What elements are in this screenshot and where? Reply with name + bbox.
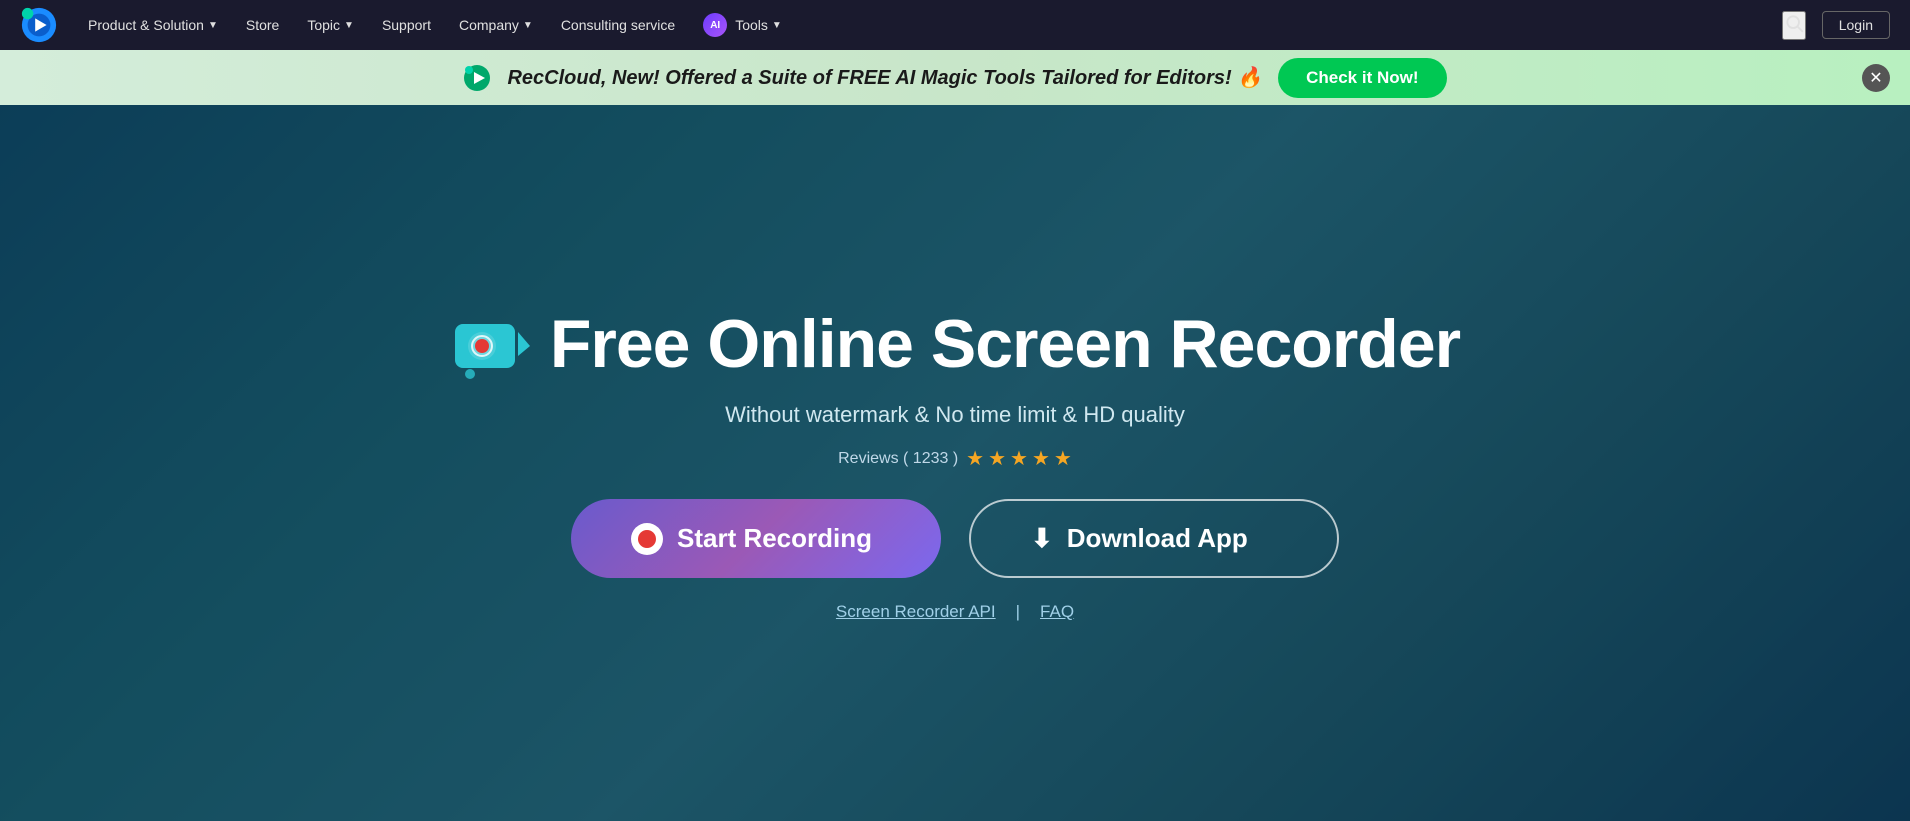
reviews-label: Reviews ( 1233 ) [838, 450, 958, 468]
banner-content: RecCloud, New! Offered a Suite of FREE A… [463, 58, 1446, 98]
nav-product-solution[interactable]: Product & Solution ▼ [88, 17, 218, 33]
chevron-down-icon: ▼ [772, 20, 782, 31]
apowersoft-logo-icon [20, 6, 58, 44]
hero-footer-links: Screen Recorder API | FAQ [836, 602, 1074, 622]
banner-text: RecCloud, New! Offered a Suite of FREE A… [507, 65, 1262, 90]
banner-close-button[interactable]: ✕ [1862, 64, 1890, 92]
nav-tools[interactable]: AI Tools ▼ [703, 13, 782, 37]
star-rating: ★ ★ ★ ★ ★ [966, 446, 1072, 471]
start-recording-label: Start Recording [677, 523, 872, 554]
download-app-button[interactable]: ⬇ Download App [969, 499, 1339, 578]
reccloud-icon [463, 64, 491, 92]
banner-cta-button[interactable]: Check it Now! [1278, 58, 1446, 98]
ai-badge: AI [703, 13, 727, 37]
star-2: ★ [988, 446, 1006, 471]
faq-link[interactable]: FAQ [1040, 602, 1074, 622]
links-separator: | [1016, 602, 1020, 622]
nav-store[interactable]: Store [246, 17, 279, 33]
nav-support[interactable]: Support [382, 17, 431, 33]
chevron-down-icon: ▼ [208, 20, 218, 31]
nav-links: Product & Solution ▼ Store Topic ▼ Suppo… [88, 13, 1752, 37]
star-3: ★ [1010, 446, 1028, 471]
star-4: ★ [1032, 446, 1050, 471]
search-icon [1784, 13, 1804, 33]
hero-title-row: Free Online Screen Recorder [450, 304, 1460, 384]
hero-buttons: Start Recording ⬇ Download App [571, 499, 1339, 578]
hero-content: Free Online Screen Recorder Without wate… [450, 304, 1460, 622]
screen-recorder-api-link[interactable]: Screen Recorder API [836, 602, 996, 622]
download-icon: ⬇ [1031, 523, 1053, 554]
chevron-down-icon: ▼ [523, 20, 533, 31]
navbar: Product & Solution ▼ Store Topic ▼ Suppo… [0, 0, 1910, 50]
record-dot-icon [631, 523, 663, 555]
star-5: ★ [1054, 446, 1072, 471]
record-dot-inner [638, 530, 656, 548]
promo-banner: RecCloud, New! Offered a Suite of FREE A… [0, 50, 1910, 105]
chevron-down-icon: ▼ [344, 20, 354, 31]
download-app-label: Download App [1067, 523, 1248, 554]
hero-reviews: Reviews ( 1233 ) ★ ★ ★ ★ ★ [838, 446, 1072, 471]
screen-recorder-icon [450, 304, 530, 384]
nav-consulting[interactable]: Consulting service [561, 17, 675, 33]
logo-link[interactable] [20, 6, 58, 44]
login-button[interactable]: Login [1822, 11, 1890, 39]
search-button[interactable] [1782, 11, 1806, 40]
nav-topic[interactable]: Topic ▼ [307, 17, 354, 33]
start-recording-button[interactable]: Start Recording [571, 499, 941, 578]
hero-subtitle: Without watermark & No time limit & HD q… [725, 402, 1185, 428]
hero-title: Free Online Screen Recorder [550, 305, 1460, 383]
hero-section: Free Online Screen Recorder Without wate… [0, 105, 1910, 821]
nav-right: Login [1782, 11, 1890, 40]
star-1: ★ [966, 446, 984, 471]
nav-company[interactable]: Company ▼ [459, 17, 533, 33]
